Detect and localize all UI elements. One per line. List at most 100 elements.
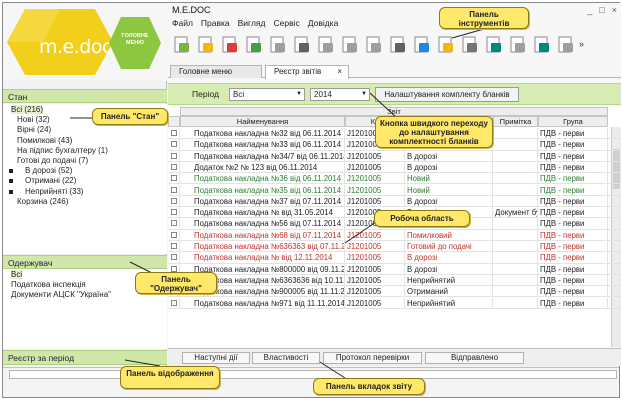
state-item-rejected[interactable]: Неприйняті (33) xyxy=(3,187,167,197)
table-row[interactable]: Податкова накладна №68 від 07.11.2014 J12… xyxy=(168,229,621,241)
cell-note xyxy=(493,195,538,208)
select-column-header[interactable] xyxy=(168,116,180,127)
row-checkbox[interactable] xyxy=(168,218,180,230)
cell-note xyxy=(493,150,538,162)
table-row[interactable]: Податкова накладна №971 від 11.11.2014 J1… xyxy=(168,297,621,309)
add-doc-icon[interactable] xyxy=(315,34,336,55)
state-item-received[interactable]: Отримані (22) xyxy=(3,176,167,186)
copy-icon[interactable] xyxy=(363,34,384,55)
cell-note xyxy=(493,263,538,275)
import-icon[interactable] xyxy=(291,34,312,55)
column-name[interactable]: Найменування xyxy=(180,116,345,127)
expand-icon[interactable] xyxy=(9,179,13,184)
table-row[interactable]: Податкова накладна № від 12.11.2014 J1201… xyxy=(168,252,621,264)
table-row[interactable]: Податкова накладна №34/7 від 06.11.2014 J… xyxy=(168,150,621,162)
cell-note xyxy=(493,218,538,230)
sign-icon[interactable] xyxy=(387,34,408,55)
remove-doc-icon[interactable] xyxy=(339,34,360,55)
state-item-valid[interactable]: Вірні (24) xyxy=(3,125,167,135)
row-checkbox[interactable] xyxy=(168,297,180,309)
year-select[interactable]: 2014 ▼ xyxy=(310,88,370,101)
chevron-down-icon[interactable]: ▼ xyxy=(296,89,302,100)
row-checkbox[interactable] xyxy=(168,139,180,151)
maximize-button[interactable]: □ xyxy=(599,5,604,15)
search-icon[interactable] xyxy=(483,34,504,55)
window-controls: _ □ × xyxy=(587,5,617,15)
row-checkbox[interactable] xyxy=(168,184,180,196)
table-row[interactable]: Податкова накладна №36 від 06.11.2014 J12… xyxy=(168,173,621,185)
trash-icon[interactable] xyxy=(459,34,480,55)
tab-check-log[interactable]: Протокол перевірки xyxy=(323,352,422,364)
tab-next-actions[interactable]: Наступні дії xyxy=(182,352,250,364)
table-row[interactable]: Податкова накладна №37 від 07.11.2014 J12… xyxy=(168,195,621,208)
table-row[interactable]: Податкова накладна №900005 від 11.11.201… xyxy=(168,286,621,298)
cell-note xyxy=(493,286,538,298)
table-row[interactable]: Податкова накладна №6363636 від 10.11.20… xyxy=(168,274,621,287)
tab-properties[interactable]: Властивості xyxy=(252,352,320,364)
main-menu-label[interactable]: ГОЛОВНЕ МЕНЮ xyxy=(116,33,154,47)
chevron-down-icon[interactable]: ▼ xyxy=(361,89,367,100)
tab-sent[interactable]: Відправлено xyxy=(425,352,524,364)
close-icon[interactable]: × xyxy=(337,66,342,78)
row-checkbox[interactable] xyxy=(168,173,180,185)
table-group-header: Звіт xyxy=(180,107,608,116)
cell-group: ПДВ - перви xyxy=(538,252,608,264)
column-group[interactable]: Група xyxy=(538,116,608,127)
table-row[interactable]: Податкова накладна №800000 від 09.11.201… xyxy=(168,263,621,275)
package-icon[interactable] xyxy=(435,34,456,55)
cell-status: Помилковий xyxy=(405,229,493,241)
row-checkbox[interactable] xyxy=(168,150,180,162)
open-folder-icon[interactable] xyxy=(195,34,216,55)
document-green-icon[interactable] xyxy=(243,34,264,55)
period-select[interactable]: Всі ▼ xyxy=(229,88,305,101)
document-gray-icon[interactable] xyxy=(267,34,288,55)
menu-service[interactable]: Сервіс xyxy=(273,17,299,29)
row-checkbox[interactable] xyxy=(168,207,180,219)
column-note[interactable]: Примітка xyxy=(493,116,538,127)
send-icon[interactable] xyxy=(531,34,552,55)
menu-edit[interactable]: Правка xyxy=(201,17,230,29)
cell-group: ПДВ - перви xyxy=(538,286,608,298)
cell-name: Податкова накладна №636363 від 07.11.201… xyxy=(180,241,345,253)
row-checkbox[interactable] xyxy=(168,195,180,208)
tab-report-registry[interactable]: Реєстр звітів × xyxy=(265,65,349,79)
expand-icon[interactable] xyxy=(9,169,13,174)
menu-view[interactable]: Вигляд xyxy=(238,17,266,29)
settings-icon[interactable] xyxy=(555,34,576,55)
delete-folder-icon[interactable] xyxy=(219,34,240,55)
table-row[interactable]: Податкова накладна №35 від 06.11.2014 J12… xyxy=(168,184,621,196)
close-button[interactable]: × xyxy=(612,5,617,15)
cell-group: ПДВ - перви xyxy=(538,207,608,219)
row-checkbox[interactable] xyxy=(168,241,180,253)
state-item-transit[interactable]: В дорозі (52) xyxy=(3,166,167,176)
checklist-icon[interactable] xyxy=(507,34,528,55)
form-set-settings-button[interactable]: Налаштування комплекту бланків xyxy=(375,87,519,102)
state-item-trash[interactable]: Корзина (246) xyxy=(3,197,167,207)
more-tools-icon[interactable]: » xyxy=(579,34,584,61)
row-checkbox[interactable] xyxy=(168,252,180,264)
row-checkbox[interactable] xyxy=(168,128,180,140)
cell-status: В дорозі xyxy=(405,161,493,174)
state-item-errors[interactable]: Помилкові (43) xyxy=(3,136,167,146)
tab-main-menu[interactable]: Головне меню xyxy=(170,65,262,78)
row-checkbox[interactable] xyxy=(168,161,180,174)
cell-status: Отриманий xyxy=(405,286,493,298)
cell-name: Податкова накладна №36 від 06.11.2014 xyxy=(180,173,345,185)
new-icon[interactable] xyxy=(171,34,192,55)
expand-icon[interactable] xyxy=(9,189,13,194)
recipient-panel-header: Одержувач xyxy=(3,255,167,269)
menu-help[interactable]: Довідка xyxy=(308,17,339,29)
state-item-sign[interactable]: На підпис бухгалтеру (1) xyxy=(3,146,167,156)
print-icon[interactable] xyxy=(411,34,432,55)
table-row[interactable]: Податкова накладна №636363 від 07.11.201… xyxy=(168,241,621,253)
report-period-header[interactable]: Реєстр за період xyxy=(3,350,167,365)
cell-code: J1201005 xyxy=(345,195,405,208)
cell-note xyxy=(493,241,538,253)
cell-group: ПДВ - перви xyxy=(538,184,608,196)
state-item-ready[interactable]: Готові до подачі (7) xyxy=(3,156,167,166)
menu-bar: Файл Правка Вигляд Сервіс Довідка xyxy=(168,17,621,29)
menu-file[interactable]: Файл xyxy=(172,17,193,29)
minimize-button[interactable]: _ xyxy=(587,5,592,15)
row-checkbox[interactable] xyxy=(168,229,180,241)
table-row[interactable]: Додаток №2 № 123 від 06.11.2014 J1201005 В… xyxy=(168,161,621,174)
